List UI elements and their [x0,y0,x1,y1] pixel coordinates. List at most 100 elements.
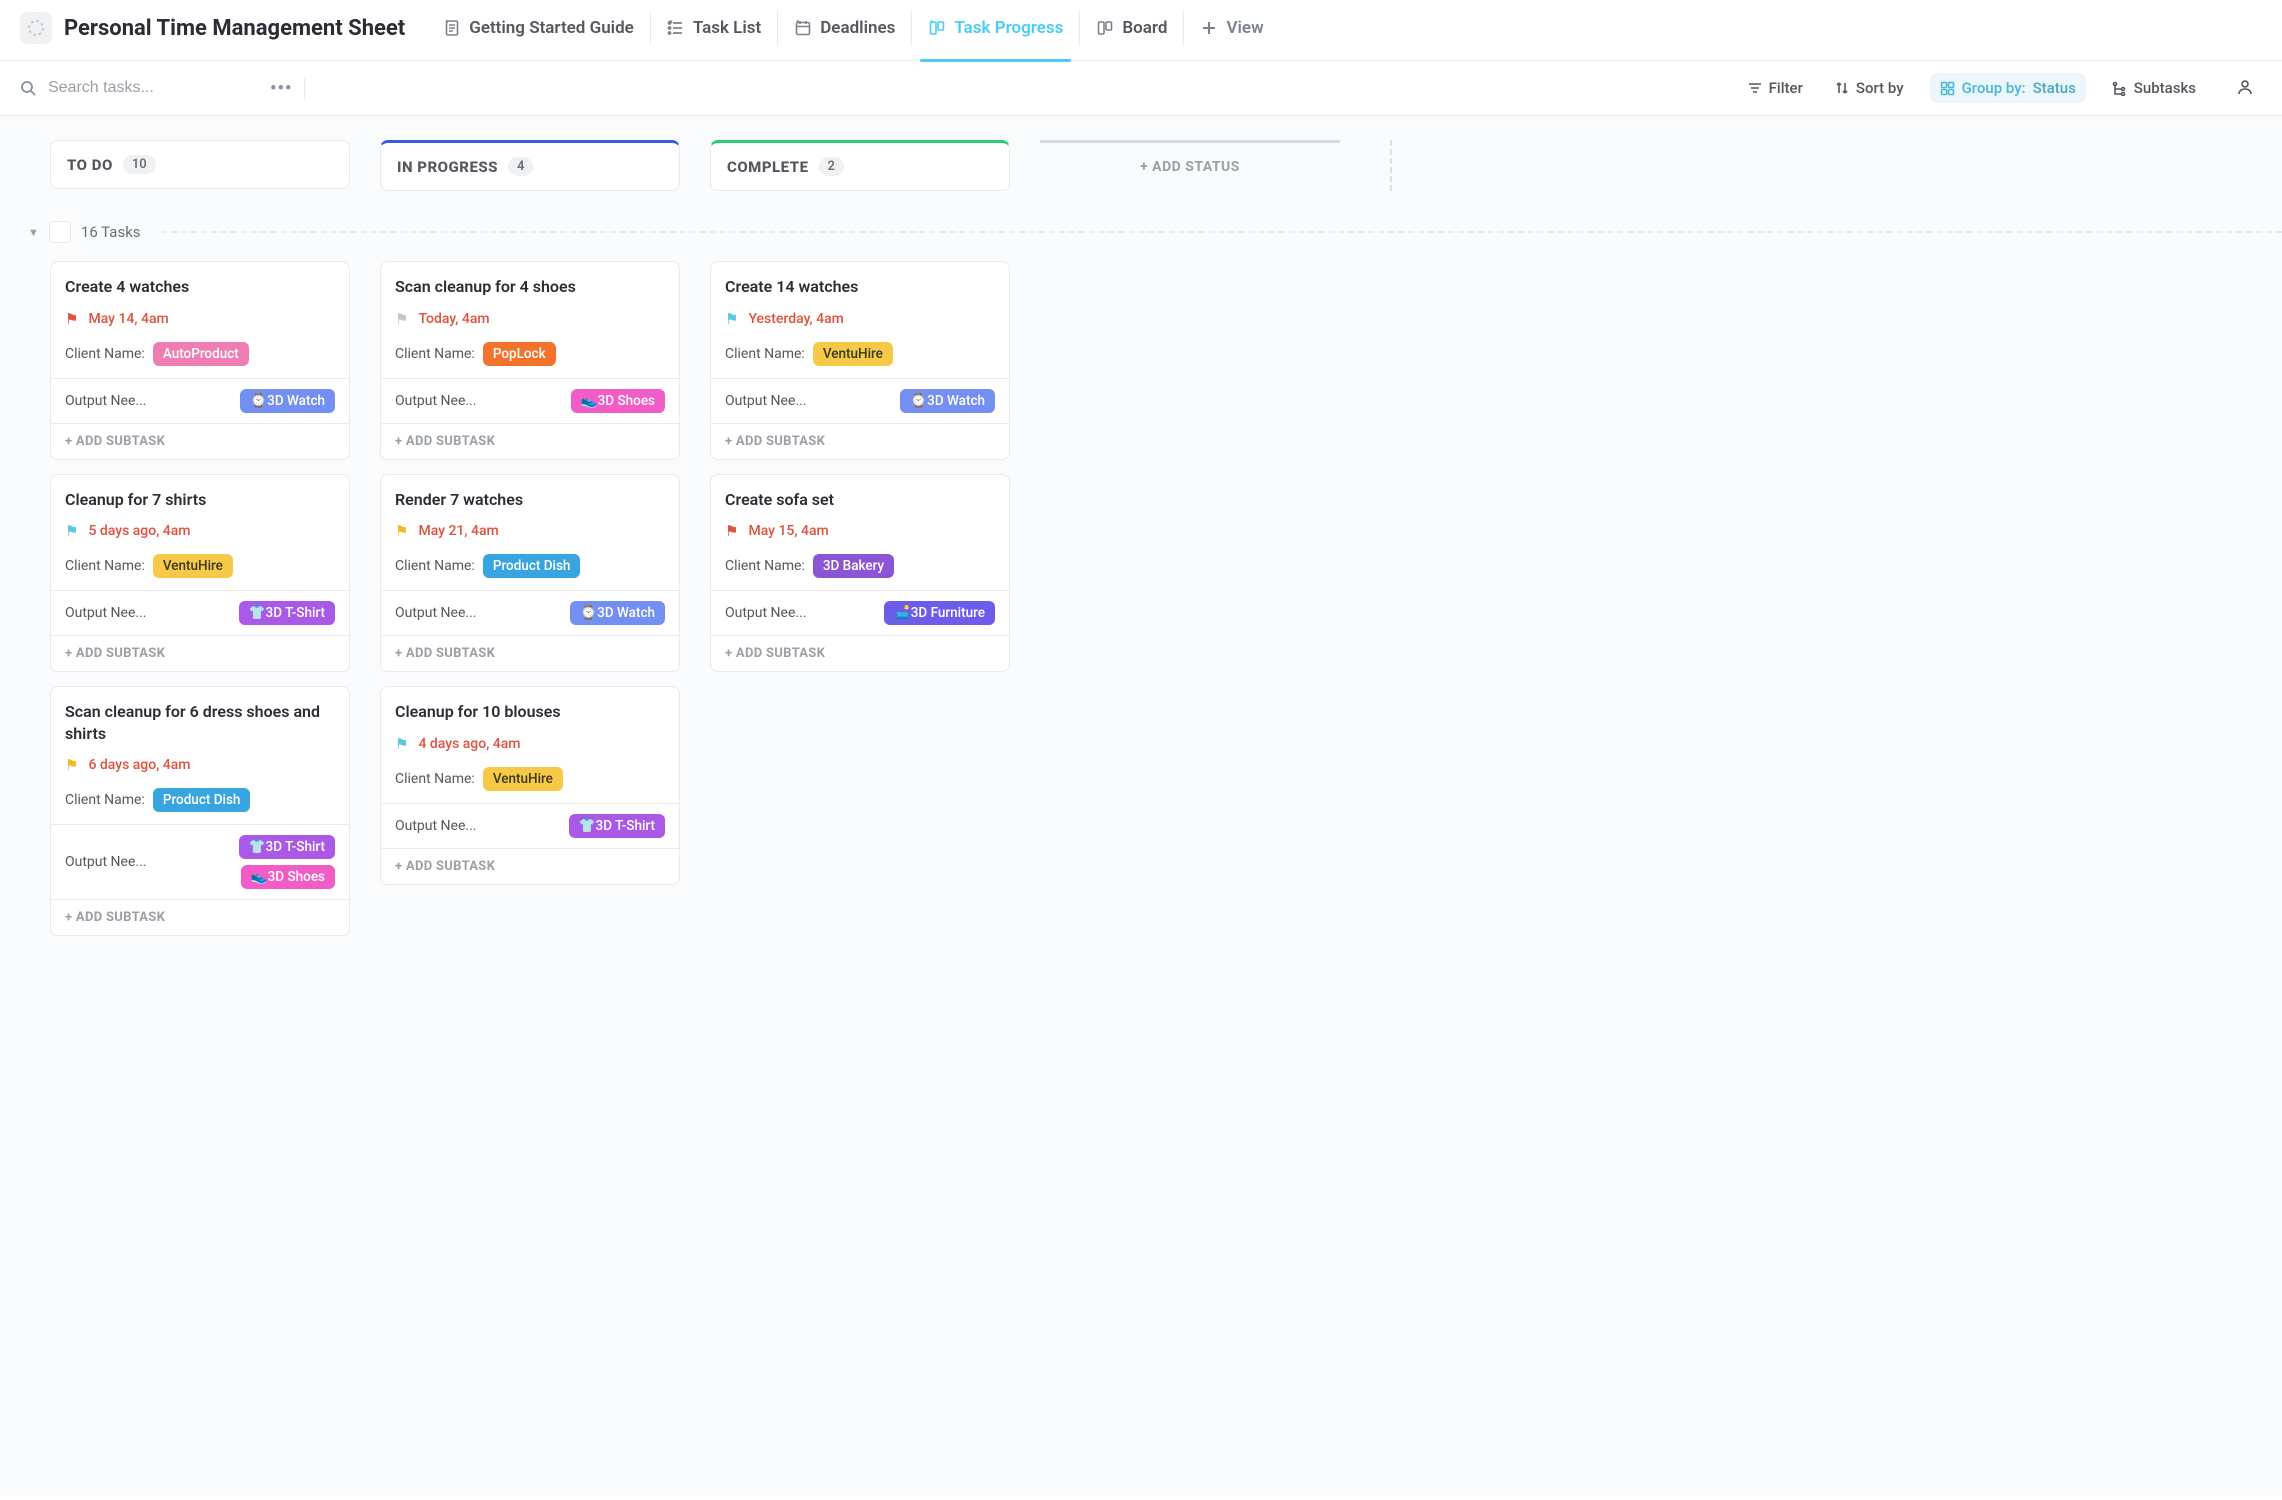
add-subtask-button[interactable]: + ADD SUBTASK [381,848,679,884]
column-todo: Create 4 watches ⚑ May 14, 4am Client Na… [50,261,350,936]
board: TO DO 10 IN PROGRESS 4 COMPLETE 2 + ADD … [0,116,2282,1496]
due-text: 6 days ago, 4am [88,757,190,773]
chip-shoes3d[interactable]: 👟3D Shoes [571,389,665,413]
chip-furniture3d[interactable]: 🛋️3D Furniture [884,601,995,625]
add-status-button[interactable]: + ADD STATUS [1040,140,1340,191]
add-subtask-button[interactable]: + ADD SUBTASK [51,899,349,935]
client-name-label: Client Name: [725,346,805,362]
output-row: Output Nee... 👕3D T-Shirt👟3D Shoes [51,824,349,899]
client-name-label: Client Name: [65,792,145,808]
search-box[interactable] [20,78,250,98]
task-card[interactable]: Create sofa set ⚑ May 15, 4am Client Nam… [710,474,1010,673]
output-needed-label: Output Nee... [395,393,476,409]
client-row: Client Name: VentuHire [711,340,1009,378]
output-needed-label: Output Nee... [65,393,146,409]
group-by-button[interactable]: Group by: Status [1930,73,2086,103]
chip-watch3d[interactable]: ⌚3D Watch [240,389,335,413]
task-due: ⚑ Today, 4am [395,310,665,328]
add-subtask-button[interactable]: + ADD SUBTASK [51,423,349,459]
flag-icon[interactable]: ⚑ [725,522,738,540]
add-view-label: View [1226,18,1263,38]
output-needed-label: Output Nee... [725,393,806,409]
client-row: Client Name: VentuHire [381,765,679,803]
task-card[interactable]: Cleanup for 10 blouses ⚑ 4 days ago, 4am… [380,686,680,885]
view-tabs: Getting Started Guide Task List Deadline… [427,10,1279,46]
output-row: Output Nee... 👕3D T-Shirt [51,590,349,635]
app-icon [20,12,52,44]
search-input[interactable] [46,78,250,98]
group-value: Status [2033,79,2076,97]
filter-button[interactable]: Filter [1742,75,1809,101]
chip-ventuhire[interactable]: VentuHire [153,554,233,578]
output-row: Output Nee... ⌚3D Watch [51,378,349,423]
chip-poplock[interactable]: PopLock [483,342,556,366]
add-subtask-button[interactable]: + ADD SUBTASK [711,635,1009,671]
user-button[interactable] [2222,74,2262,102]
output-needed-label: Output Nee... [395,605,476,621]
client-row: Client Name: Product Dish [51,786,349,824]
board-icon [928,19,946,37]
chip-productdish[interactable]: Product Dish [483,554,581,578]
chip-shoes3d[interactable]: 👟3D Shoes [241,865,335,889]
chip-watch3d[interactable]: ⌚3D Watch [900,389,995,413]
flag-icon[interactable]: ⚑ [65,756,78,774]
chip-bakery3d[interactable]: 3D Bakery [813,554,894,578]
group-divider [161,231,2282,233]
client-name-label: Client Name: [395,558,475,574]
tab-label: Task Progress [954,18,1063,38]
column-header-inprogress[interactable]: IN PROGRESS 4 [380,140,680,191]
client-name-label: Client Name: [65,346,145,362]
flag-icon[interactable]: ⚑ [65,522,78,540]
task-card[interactable]: Render 7 watches ⚑ May 21, 4am Client Na… [380,474,680,673]
flag-icon[interactable]: ⚑ [395,735,408,753]
chip-ventuhire[interactable]: VentuHire [813,342,893,366]
flag-icon[interactable]: ⚑ [725,310,738,328]
flag-icon[interactable]: ⚑ [395,310,408,328]
tab-deadlines[interactable]: Deadlines [777,10,911,46]
flag-icon[interactable]: ⚑ [395,522,408,540]
task-card[interactable]: Scan cleanup for 4 shoes ⚑ Today, 4am Cl… [380,261,680,460]
task-card[interactable]: Cleanup for 7 shirts ⚑ 5 days ago, 4am C… [50,474,350,673]
due-text: May 14, 4am [88,311,168,327]
column-header-complete[interactable]: COMPLETE 2 [710,140,1010,191]
chevron-down-icon[interactable]: ▼ [28,226,39,239]
tab-task-list[interactable]: Task List [650,10,777,46]
sort-icon [1835,81,1849,95]
task-title: Scan cleanup for 4 shoes [395,276,665,298]
chip-tshirt3d[interactable]: 👕3D T-Shirt [569,814,665,838]
column-header-todo[interactable]: TO DO 10 [50,140,350,189]
add-subtask-button[interactable]: + ADD SUBTASK [381,635,679,671]
tab-label: Deadlines [820,18,895,38]
more-menu[interactable]: ••• [270,78,305,99]
tab-task-progress[interactable]: Task Progress [911,10,1079,46]
add-subtask-button[interactable]: + ADD SUBTASK [711,423,1009,459]
task-card[interactable]: Create 4 watches ⚑ May 14, 4am Client Na… [50,261,350,460]
filter-icon [1748,81,1762,95]
subtasks-button[interactable]: Subtasks [2106,75,2202,101]
sort-button[interactable]: Sort by [1829,75,1910,101]
filter-label: Filter [1769,79,1803,97]
add-subtask-button[interactable]: + ADD SUBTASK [51,635,349,671]
tab-getting-started[interactable]: Getting Started Guide [427,10,650,46]
add-subtask-button[interactable]: + ADD SUBTASK [381,423,679,459]
chip-tshirt3d[interactable]: 👕3D T-Shirt [239,835,335,859]
column-count: 2 [819,157,844,176]
chip-watch3d[interactable]: ⌚3D Watch [570,601,665,625]
client-row: Client Name: 3D Bakery [711,552,1009,590]
add-view-button[interactable]: View [1183,10,1279,46]
chip-ventuhire[interactable]: VentuHire [483,767,563,791]
chip-productdish[interactable]: Product Dish [153,788,251,812]
output-needed-label: Output Nee... [725,605,806,621]
task-card[interactable]: Scan cleanup for 6 dress shoes and shirt… [50,686,350,936]
chip-autoproduct[interactable]: AutoProduct [153,342,249,366]
client-row: Client Name: AutoProduct [51,340,349,378]
output-row: Output Nee... ⌚3D Watch [381,590,679,635]
group-color-box[interactable] [49,221,71,243]
column-complete: Create 14 watches ⚑ Yesterday, 4am Clien… [710,261,1010,672]
chip-tshirt3d[interactable]: 👕3D T-Shirt [239,601,335,625]
client-row: Client Name: PopLock [381,340,679,378]
tab-label: Getting Started Guide [469,18,634,38]
task-card[interactable]: Create 14 watches ⚑ Yesterday, 4am Clien… [710,261,1010,460]
flag-icon[interactable]: ⚑ [65,310,78,328]
tab-board[interactable]: Board [1079,10,1183,46]
